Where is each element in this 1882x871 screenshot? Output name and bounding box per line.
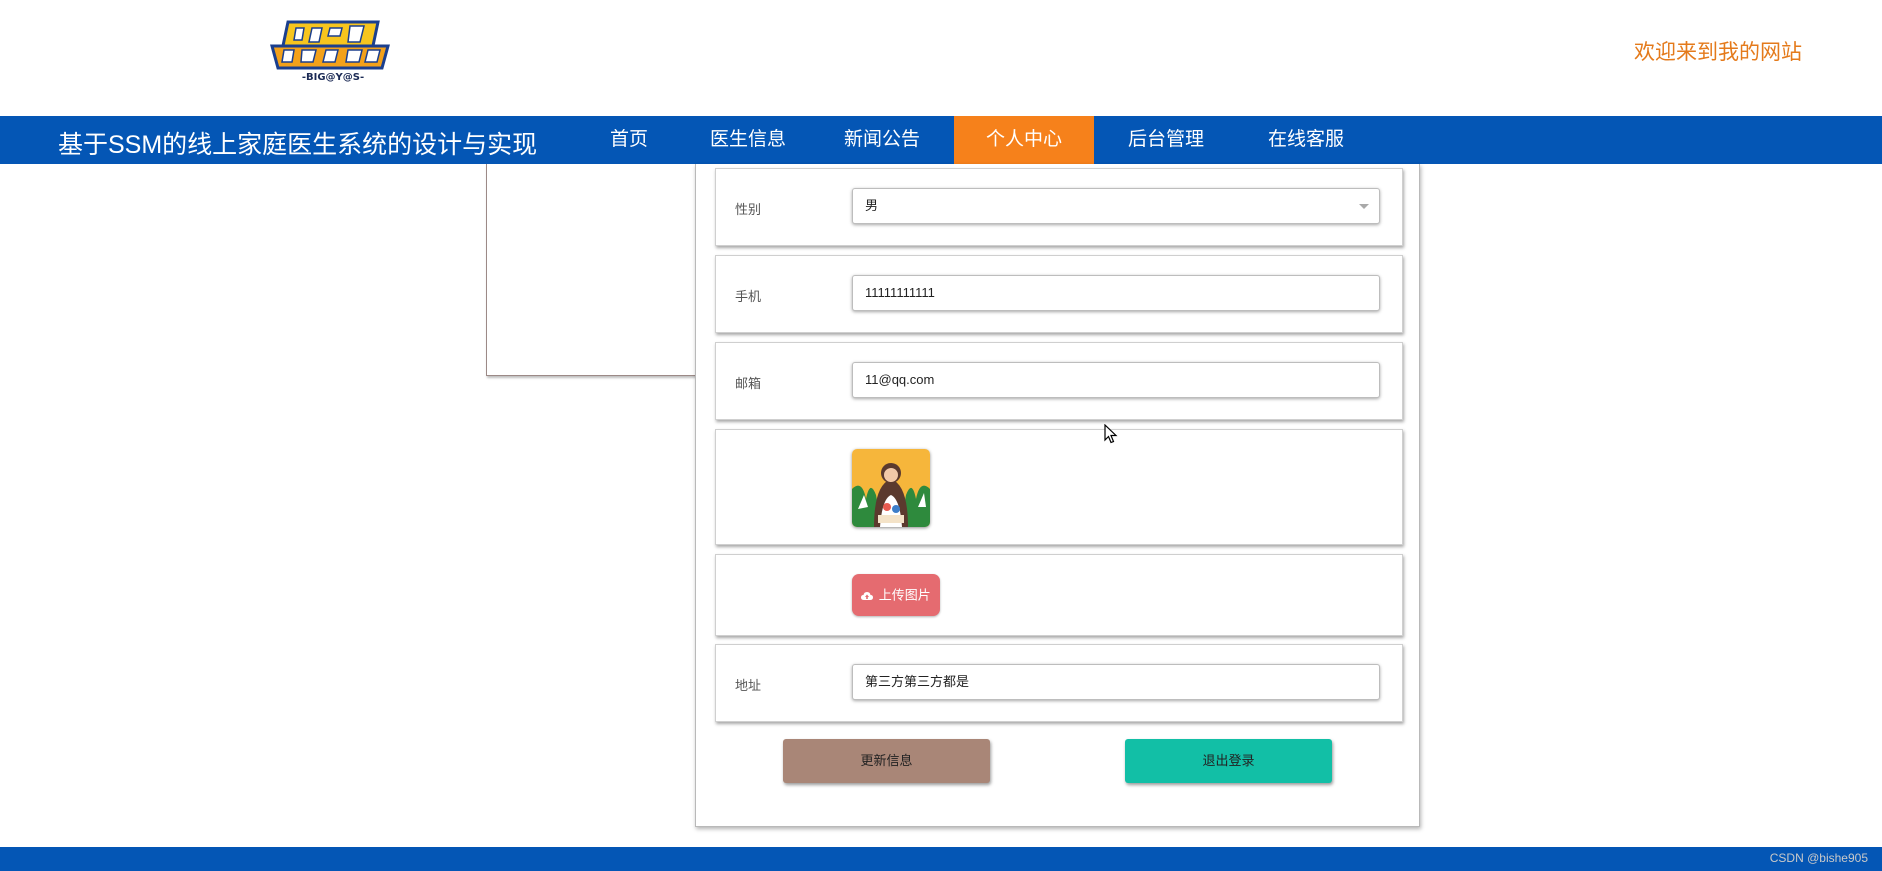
form-row-avatar	[715, 429, 1403, 545]
main-navbar: 基于SSM的线上家庭医生系统的设计与实现 首页 医生信息 新闻公告 个人中心 后…	[0, 116, 1882, 164]
form-row-phone: 手机 11111111111	[715, 255, 1403, 333]
form-row-upload: 上传图片	[715, 554, 1403, 636]
header: -BIG@Y@S- 欢迎来到我的网站	[0, 0, 1882, 116]
logo-image: -BIG@Y@S-	[270, 20, 390, 83]
upload-button-label: 上传图片	[878, 587, 931, 603]
nav-item-admin[interactable]: 后台管理	[1122, 116, 1210, 164]
welcome-text: 欢迎来到我的网站	[1634, 40, 1802, 64]
footer: CSDN @bishe905	[0, 847, 1882, 871]
logout-button[interactable]: 退出登录	[1125, 739, 1332, 783]
upload-image-button[interactable]: 上传图片	[852, 574, 940, 616]
gender-label: 性别	[735, 202, 762, 217]
cloud-upload-icon	[861, 591, 874, 600]
gender-select[interactable]: 男	[852, 188, 1380, 224]
nav-item-personal-center[interactable]: 个人中心	[954, 116, 1094, 164]
site-title: 基于SSM的线上家庭医生系统的设计与实现	[58, 131, 538, 159]
svg-text:-BIG@Y@S-: -BIG@Y@S-	[302, 72, 364, 83]
nav-item-news[interactable]: 新闻公告	[838, 116, 926, 164]
nav-item-doctors[interactable]: 医生信息	[704, 116, 792, 164]
site-logo[interactable]: -BIG@Y@S-	[270, 20, 396, 84]
phone-label: 手机	[735, 289, 762, 304]
address-input[interactable]: 第三方第三方都是	[852, 664, 1380, 700]
nav-item-online-service[interactable]: 在线客服	[1262, 116, 1350, 164]
email-input[interactable]: 11@qq.com	[852, 362, 1380, 398]
form-row-gender: 性别 男	[715, 168, 1403, 246]
address-label: 地址	[735, 678, 762, 693]
avatar-image	[852, 449, 930, 527]
chevron-down-icon	[1359, 204, 1369, 209]
avatar[interactable]	[852, 449, 930, 527]
email-label: 邮箱	[735, 376, 762, 391]
sidebar-card	[486, 164, 698, 376]
mouse-cursor-icon	[1104, 423, 1118, 449]
form-row-address: 地址 第三方第三方都是	[715, 644, 1403, 722]
update-info-button[interactable]: 更新信息	[783, 739, 990, 783]
watermark-text: CSDN @bishe905	[1769, 851, 1868, 865]
profile-form-panel: 性别 男 手机 11111111111 邮箱 11@qq.com 上传图片 地址…	[695, 164, 1420, 827]
gender-value: 男	[865, 198, 879, 213]
nav-item-home[interactable]: 首页	[602, 116, 656, 164]
phone-input[interactable]: 11111111111	[852, 275, 1380, 311]
form-row-email: 邮箱 11@qq.com	[715, 342, 1403, 420]
